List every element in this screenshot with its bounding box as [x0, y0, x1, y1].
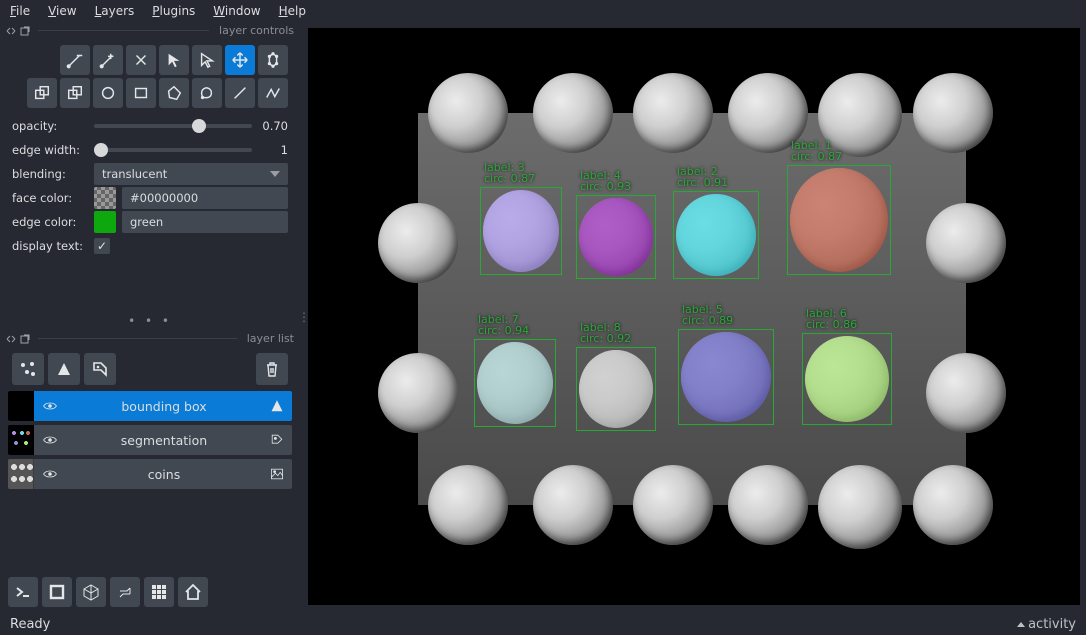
- display-text-checkbox[interactable]: ✓: [94, 238, 110, 254]
- layer-name: segmentation: [66, 433, 262, 448]
- select-shape-button[interactable]: [159, 45, 189, 75]
- remove-vertex-button[interactable]: [60, 45, 90, 75]
- menu-view[interactable]: View: [48, 4, 76, 16]
- caret-up-icon: [1017, 622, 1025, 627]
- edge-width-label: edge width:: [12, 143, 88, 157]
- bbox-label: label: 6circ: 0.86: [806, 308, 857, 330]
- opacity-label: opacity:: [12, 119, 88, 133]
- path-tool-button[interactable]: [258, 78, 288, 108]
- menu-plugins[interactable]: Plugins: [152, 4, 195, 16]
- layer-list-title: layer list: [241, 332, 294, 345]
- bounding-box[interactable]: label: 6circ: 0.86: [802, 333, 892, 425]
- menu-help[interactable]: Help: [279, 4, 306, 16]
- rectangle-tool-button[interactable]: [126, 78, 156, 108]
- visibility-toggle[interactable]: [34, 432, 66, 448]
- layer-item-segmentation[interactable]: segmentation: [8, 425, 292, 455]
- layer-controls-title: layer controls: [213, 24, 294, 37]
- new-shapes-layer-button[interactable]: [48, 353, 80, 385]
- activity-indicator[interactable]: activity: [1017, 617, 1076, 632]
- lasso-tool-button[interactable]: [192, 78, 222, 108]
- edge-color-swatch[interactable]: [94, 211, 116, 233]
- popout-icon[interactable]: [20, 26, 30, 36]
- menubar: File View Layers Plugins Window Help: [0, 0, 1086, 22]
- ndisplay-2d-button[interactable]: [42, 577, 72, 607]
- pan-zoom-button[interactable]: [225, 45, 255, 75]
- popout-icon[interactable]: [20, 334, 30, 344]
- console-button[interactable]: [8, 577, 38, 607]
- edge-color-input[interactable]: green: [122, 211, 288, 233]
- expand-icon[interactable]: [6, 334, 16, 344]
- face-color-label: face color:: [12, 191, 88, 205]
- ellipse-tool-button[interactable]: [93, 78, 123, 108]
- transform-button[interactable]: [258, 45, 288, 75]
- bbox-label: label: 4circ: 0.93: [580, 170, 631, 192]
- bounding-box[interactable]: label: 3circ: 0.87: [480, 187, 562, 275]
- status-bar: Ready activity: [0, 613, 1086, 635]
- canvas[interactable]: label: 3circ: 0.87label: 4circ: 0.93labe…: [308, 28, 1080, 605]
- layer-name: bounding box: [66, 399, 262, 414]
- direct-select-button[interactable]: [192, 45, 222, 75]
- home-button[interactable]: [178, 577, 208, 607]
- face-color-swatch[interactable]: [94, 187, 116, 209]
- move-front-button[interactable]: [27, 78, 57, 108]
- bounding-box[interactable]: label: 8circ: 0.92: [576, 347, 656, 431]
- visibility-toggle[interactable]: [34, 466, 66, 482]
- viewer-buttons: [8, 577, 208, 607]
- bounding-box[interactable]: label: 7circ: 0.94: [474, 339, 556, 427]
- shapes-type-icon: [262, 398, 292, 414]
- layer-controls-header: layer controls: [6, 24, 294, 37]
- edge-width-value: 1: [258, 143, 288, 157]
- panel-resize-handle[interactable]: • • •: [0, 312, 300, 330]
- blending-value: translucent: [102, 167, 167, 181]
- image-content: label: 3circ: 0.87label: 4circ: 0.93labe…: [418, 113, 966, 505]
- delete-layer-button[interactable]: [256, 353, 288, 385]
- new-labels-layer-button[interactable]: [84, 353, 116, 385]
- menu-layers[interactable]: Layers: [95, 4, 135, 16]
- edge-color-label: edge color:: [12, 215, 88, 229]
- display-text-label: display text:: [12, 239, 88, 253]
- delete-shape-button[interactable]: [126, 45, 156, 75]
- layer-item-bounding-box[interactable]: bounding box: [8, 391, 292, 421]
- shape-tools: [0, 41, 300, 114]
- chevron-down-icon: [270, 171, 280, 177]
- bounding-box[interactable]: label: 2circ: 0.91: [673, 191, 759, 279]
- blending-label: blending:: [12, 167, 88, 181]
- layer-name: coins: [66, 467, 262, 482]
- bbox-label: label: 7circ: 0.94: [478, 314, 529, 336]
- blending-select[interactable]: translucent: [94, 163, 288, 185]
- polygon-tool-button[interactable]: [159, 78, 189, 108]
- new-points-layer-button[interactable]: [12, 353, 44, 385]
- move-back-button[interactable]: [60, 78, 90, 108]
- left-panel: layer controls: [0, 22, 300, 611]
- bbox-label: label: 3circ: 0.87: [484, 162, 535, 184]
- roll-dims-button[interactable]: [110, 577, 140, 607]
- edge-width-slider[interactable]: [94, 148, 252, 152]
- bounding-box[interactable]: label: 4circ: 0.93: [576, 195, 656, 279]
- image-type-icon: [262, 466, 292, 482]
- opacity-value: 0.70: [258, 119, 288, 133]
- status-text: Ready: [10, 617, 50, 632]
- bbox-label: label: 2circ: 0.91: [677, 166, 728, 188]
- ndisplay-3d-button[interactable]: [76, 577, 106, 607]
- bbox-label: label: 8circ: 0.92: [580, 322, 631, 344]
- opacity-slider[interactable]: [94, 124, 252, 128]
- expand-icon[interactable]: [6, 26, 16, 36]
- bounding-box[interactable]: label: 1circ: 0.87: [787, 165, 891, 275]
- splitter-handle[interactable]: ⋮: [300, 22, 308, 611]
- grid-button[interactable]: [144, 577, 174, 607]
- bounding-box[interactable]: label: 5circ: 0.89: [678, 329, 774, 425]
- menu-file[interactable]: File: [10, 4, 30, 16]
- layer-list-header: layer list: [6, 332, 294, 345]
- bbox-label: label: 5circ: 0.89: [682, 304, 733, 326]
- layer-item-coins[interactable]: coins: [8, 459, 292, 489]
- visibility-toggle[interactable]: [34, 398, 66, 414]
- add-vertex-button[interactable]: [93, 45, 123, 75]
- menu-window[interactable]: Window: [213, 4, 260, 16]
- line-tool-button[interactable]: [225, 78, 255, 108]
- face-color-input[interactable]: #00000000: [122, 187, 288, 209]
- labels-type-icon: [262, 432, 292, 448]
- bbox-label: label: 1circ: 0.87: [791, 140, 842, 162]
